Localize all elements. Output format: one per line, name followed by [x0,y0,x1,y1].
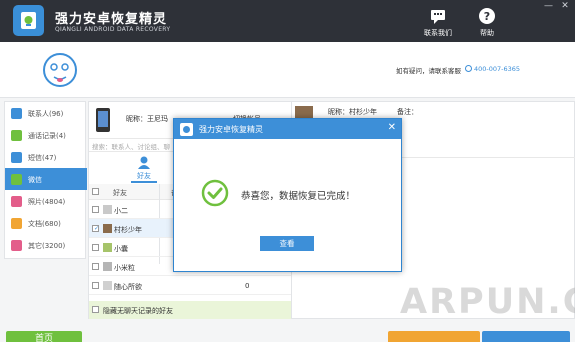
table-row[interactable]: 随心所欲 0 [89,276,294,295]
phone-device-icon [96,108,110,132]
help-icon: ? [479,8,495,24]
friend-name: 小囊 [114,245,128,253]
recover-button[interactable] [482,331,570,342]
app-title: 强力安卓恢复精灵 [55,12,168,27]
select-all-checkbox[interactable] [92,188,99,195]
person-icon [138,156,150,169]
tab-friends[interactable]: 好友 [131,156,157,183]
tab-friends-label: 好友 [137,172,151,180]
account-nickname: 昵称：王尼玛 [126,115,168,123]
sms-icon [11,152,22,163]
title-bar: 强力安卓恢复精灵 QIANGLI ANDROID DATA RECOVERY 联… [0,0,575,42]
contact-us-button[interactable]: 联系我们 [418,7,458,39]
friend-nickname: 昵称：村杉少年 [328,108,377,116]
app-logo-icon [180,123,193,136]
category-sidebar: 联系人(96) 通话记录(4) 短信(47) 微信 照片(4804) 文档(68… [4,101,87,259]
app-logo [13,5,44,36]
help-label: 帮助 [480,29,494,37]
phone-icon [465,65,472,72]
row-checkbox[interactable] [92,244,99,251]
sub-header: 如有疑问，请联系客服 400-007-6365 [0,42,575,98]
close-icon[interactable]: ✕ [388,122,396,133]
friend-name: 小米粒 [114,264,135,272]
sidebar-item-label: 文档(680) [28,220,61,228]
dialog-message: 恭喜您，数据恢复已完成！ [241,191,356,202]
home-button[interactable]: 首页 [6,331,82,342]
sidebar-item-label: 通话记录(4) [28,132,66,140]
sidebar-item-label: 短信(47) [28,154,57,162]
window-controls: — ✕ [541,1,572,13]
hide-empty-checkbox[interactable] [92,306,99,313]
sidebar-item-label: 微信 [28,176,42,184]
wechat-icon [11,174,22,185]
friend-name: 小二 [114,207,128,215]
success-check-icon [201,179,229,207]
dialog-header: 强力安卓恢复精灵 ✕ [174,119,401,139]
minimize-button[interactable]: — [541,1,555,13]
sidebar-item-other[interactable]: 其它(3200) [5,234,87,256]
dialog-title: 强力安卓恢复精灵 [199,125,263,134]
chat-icon [431,10,445,24]
sidebar-item-call-log[interactable]: 通话记录(4) [5,124,87,146]
sidebar-item-label: 其它(3200) [28,242,66,250]
app-subtitle: QIANGLI ANDROID DATA RECOVERY [55,26,171,33]
avatar [103,224,112,233]
hide-empty-label: 隐藏无聊天记录的好友 [103,307,173,315]
support-label: 如有疑问，请联系客服 [396,67,461,75]
friend-remark: 备注： [397,108,418,116]
view-button[interactable]: 查看 [260,236,314,251]
document-icon [11,218,22,229]
row-checkbox[interactable] [92,263,99,270]
friend-name: 村杉少年 [114,226,142,234]
avatar [103,281,112,290]
photo-icon [11,196,22,207]
row-checkbox[interactable] [92,206,99,213]
hide-empty-friends-row[interactable]: 隐藏无聊天记录的好友 [89,301,294,319]
avatar [103,262,112,271]
svg-text:?: ? [484,10,490,23]
sidebar-item-label: 联系人(96) [28,110,64,118]
export-button[interactable] [388,331,480,342]
search-input[interactable]: 搜索：联系人、讨论组、聊 [92,141,170,151]
column-header-friend: 好友 [113,189,127,197]
contact-us-label: 联系我们 [424,29,452,37]
tab-underline [131,181,157,183]
sidebar-item-photos[interactable]: 照片(4804) [5,190,87,212]
sidebar-item-wechat[interactable]: 微信 [5,168,87,190]
close-window-button[interactable]: ✕ [558,1,572,13]
completion-dialog: 强力安卓恢复精灵 ✕ 恭喜您，数据恢复已完成！ 查看 [173,118,402,272]
phone-icon [11,130,22,141]
sidebar-item-documents[interactable]: 文档(680) [5,212,87,234]
sidebar-item-sms[interactable]: 短信(47) [5,146,87,168]
mascot-icon [43,53,77,87]
watermark: ARPUN.COM [400,282,575,322]
help-button[interactable]: ? 帮助 [467,7,507,39]
sidebar-item-label: 照片(4804) [28,198,66,206]
row-checkbox[interactable] [92,225,99,232]
friend-name: 随心所欲 [114,283,142,291]
other-icon [11,240,22,251]
avatar [103,205,112,214]
message-count: 0 [245,282,250,290]
sidebar-item-contacts[interactable]: 联系人(96) [5,102,87,124]
android-logo-icon [21,12,36,29]
row-checkbox[interactable] [92,282,99,289]
avatar [103,243,112,252]
contacts-icon [11,108,22,119]
support-phone[interactable]: 400-007-6365 [474,65,520,73]
